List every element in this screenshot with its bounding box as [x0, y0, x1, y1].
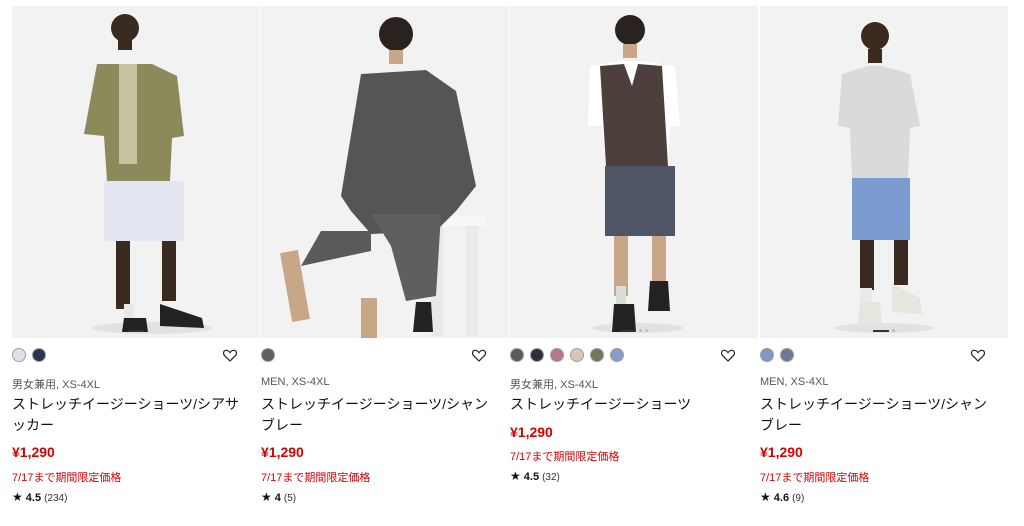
promo-text: 7/17まで期間限定価格 [12, 472, 122, 484]
product-card[interactable]: MEN, XS-4XL ストレッチイージーショーツ/シャンブレー ¥1,290 … [261, 0, 509, 526]
product-name[interactable]: ストレッチイージーショーツ/シャンブレー [261, 394, 493, 436]
color-swatches [760, 348, 794, 362]
rating: ★ 4.6 (9) [760, 490, 804, 504]
rating: ★ 4 (5) [261, 490, 296, 504]
rating: ★ 4.5 (234) [12, 490, 67, 504]
color-swatches [510, 348, 624, 362]
favorite-heart-icon[interactable] [970, 347, 986, 363]
color-swatch[interactable] [570, 348, 584, 362]
product-price: ¥1,290 [12, 444, 55, 460]
carousel-indicator [128, 330, 144, 332]
review-count: (5) [283, 493, 297, 504]
color-swatch[interactable] [261, 348, 275, 362]
gender-size-label: MEN, XS-4XL [261, 376, 330, 388]
color-swatch[interactable] [12, 348, 26, 362]
product-name[interactable]: ストレッチイージーショーツ [510, 394, 742, 415]
product-image[interactable] [261, 6, 509, 338]
carousel-dot-active [620, 329, 636, 332]
rating-score: 4.5 [523, 471, 540, 483]
product-image[interactable] [760, 6, 1008, 338]
star-icon: ★ [510, 469, 521, 483]
rating-score: 4 [274, 492, 281, 504]
carousel-dot [892, 329, 895, 332]
promo-text: 7/17まで期間限定価格 [261, 472, 371, 484]
rating-score: 4.6 [773, 492, 790, 504]
promo-text: 7/17まで期間限定価格 [510, 451, 620, 463]
review-count: (32) [542, 472, 560, 483]
gender-size-label: 男女兼用, XS-4XL [12, 379, 101, 391]
product-image[interactable] [510, 6, 758, 338]
product-card[interactable]: 男女兼用, XS-4XL ストレッチイージーショーツ ¥1,290 7/17まで… [510, 0, 758, 526]
carousel-indicator [620, 329, 648, 332]
color-swatch[interactable] [510, 348, 524, 362]
product-price: ¥1,290 [760, 444, 803, 460]
color-swatch[interactable] [32, 348, 46, 362]
star-icon: ★ [12, 490, 23, 504]
carousel-dot [645, 329, 648, 332]
favorite-heart-icon[interactable] [471, 347, 487, 363]
star-icon: ★ [261, 490, 272, 504]
product-card[interactable]: 男女兼用, XS-4XL ストレッチイージーショーツ/シアサッカー ¥1,290… [12, 0, 260, 526]
product-grid: 男女兼用, XS-4XL ストレッチイージーショーツ/シアサッカー ¥1,290… [0, 0, 1024, 526]
carousel-dot-active [873, 329, 889, 332]
product-price: ¥1,290 [261, 444, 304, 460]
product-price: ¥1,290 [510, 424, 553, 440]
favorite-heart-icon[interactable] [720, 347, 736, 363]
color-swatch[interactable] [780, 348, 794, 362]
rating-score: 4.5 [25, 492, 42, 504]
color-swatch[interactable] [610, 348, 624, 362]
favorite-heart-icon[interactable] [222, 347, 238, 363]
carousel-dot-active [128, 330, 144, 332]
promo-text: 7/17まで期間限定価格 [760, 472, 870, 484]
rating: ★ 4.5 (32) [510, 469, 560, 483]
color-swatch[interactable] [590, 348, 604, 362]
product-card[interactable]: MEN, XS-4XL ストレッチイージーショーツ/シャンブレー ¥1,290 … [760, 0, 1008, 526]
color-swatches [261, 348, 275, 362]
product-image[interactable] [12, 6, 260, 338]
review-count: (9) [792, 493, 805, 504]
review-count: (234) [44, 493, 68, 504]
carousel-dot [639, 329, 642, 332]
gender-size-label: MEN, XS-4XL [760, 376, 829, 388]
product-name[interactable]: ストレッチイージーショーツ/シアサッカー [12, 394, 244, 436]
color-swatch[interactable] [760, 348, 774, 362]
gender-size-label: 男女兼用, XS-4XL [510, 379, 599, 391]
color-swatches [12, 348, 46, 362]
color-swatch[interactable] [530, 348, 544, 362]
star-icon: ★ [760, 490, 771, 504]
product-name[interactable]: ストレッチイージーショーツ/シャンブレー [760, 394, 992, 436]
color-swatch[interactable] [550, 348, 564, 362]
carousel-indicator [873, 329, 895, 332]
